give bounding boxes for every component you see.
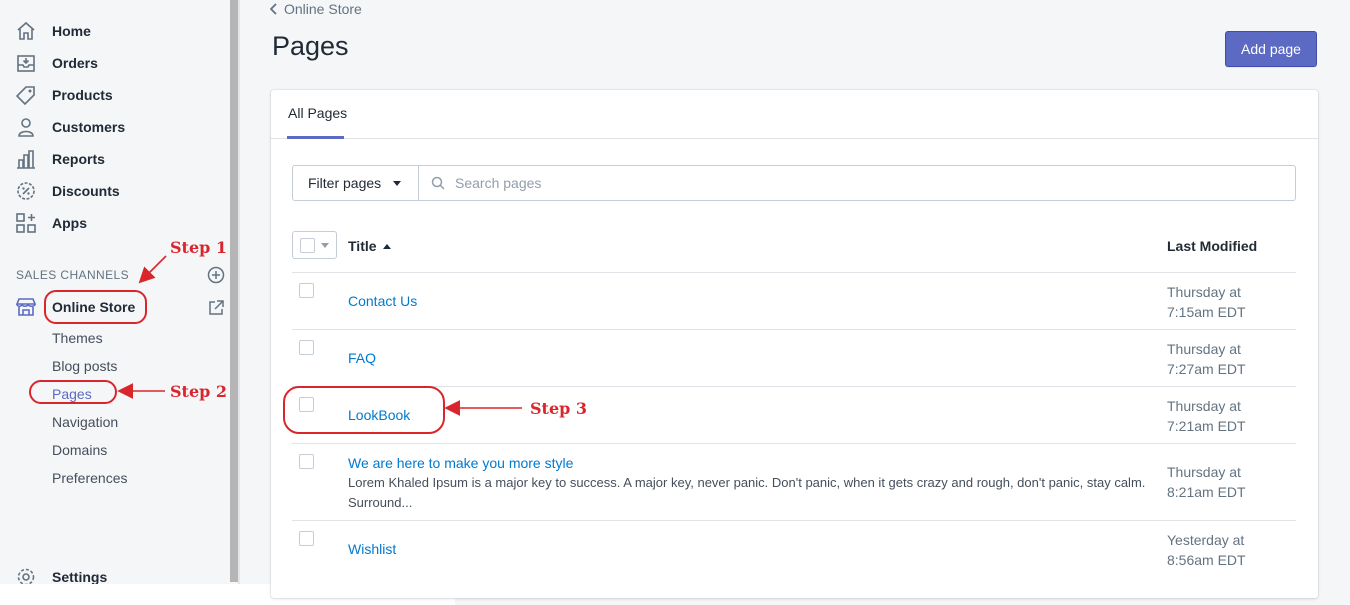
sidebar-item-discounts[interactable]: Discounts (0, 176, 230, 206)
modified-day: Yesterday at (1167, 532, 1245, 548)
sidebar-subitem-navigation[interactable]: Navigation (52, 414, 118, 430)
page-title-link[interactable]: We are here to make you more style (348, 455, 573, 471)
external-link-icon[interactable] (207, 299, 225, 317)
column-title-label: Title (348, 238, 377, 254)
sort-ascending-icon (382, 243, 391, 249)
page-title-link[interactable]: Wishlist (348, 541, 396, 557)
sidebar-item-products[interactable]: Products (0, 80, 230, 110)
last-modified: Thursday at 7:15am EDT (1167, 282, 1277, 322)
breadcrumb-label: Online Store (284, 1, 362, 17)
search-input[interactable] (455, 175, 1055, 191)
table-row[interactable]: Wishlist Yesterday at 8:56am EDT (292, 521, 1296, 578)
modified-day: Thursday at (1167, 398, 1241, 414)
tag-icon (15, 86, 35, 106)
chevron-left-icon (270, 3, 277, 15)
last-modified: Thursday at 7:27am EDT (1167, 339, 1277, 379)
step2-label: Step 2 (170, 382, 228, 401)
sidebar-item-label: Customers (52, 119, 126, 135)
sidebar-item-label: Apps (52, 215, 87, 231)
sidebar-subitem-blog-posts[interactable]: Blog posts (52, 358, 117, 374)
checkbox (300, 237, 315, 253)
page-excerpt: Lorem Khaled Ipsum is a major key to suc… (348, 475, 1146, 510)
sales-channels-heading: SALES CHANNELS (16, 268, 129, 282)
page-title: Pages (272, 31, 349, 61)
discount-icon (17, 182, 35, 200)
step1-highlight (44, 290, 147, 324)
row-checkbox[interactable] (299, 340, 314, 355)
filter-pages-button[interactable]: Filter pages (293, 166, 419, 200)
sidebar-item-label: Discounts (52, 183, 120, 199)
tab-bar: All Pages (271, 90, 1318, 139)
column-last-modified: Last Modified (1167, 238, 1258, 254)
sidebar-item-label: Settings (52, 569, 108, 585)
last-modified: Yesterday at 8:56am EDT (1167, 530, 1277, 570)
table-row[interactable]: We are here to make you more style Lorem… (292, 444, 1296, 521)
table-row[interactable]: Contact Us Thursday at 7:15am EDT (292, 273, 1296, 330)
column-title-sort[interactable]: Title (348, 238, 391, 254)
breadcrumb[interactable]: Online Store (270, 1, 362, 17)
tab-all-pages[interactable]: All Pages (288, 105, 347, 121)
sidebar-item-label: Orders (52, 55, 98, 71)
pages-card: All Pages Filter pages Title Last Modifi… (271, 90, 1318, 598)
sidebar-item-customers[interactable]: Customers (0, 112, 230, 142)
modified-time: 8:56am EDT (1167, 552, 1246, 568)
scrollbar-track (238, 0, 240, 605)
modified-day: Thursday at (1167, 284, 1241, 300)
modified-time: 7:27am EDT (1167, 361, 1246, 377)
filter-bar: Filter pages (292, 165, 1296, 201)
row-checkbox[interactable] (299, 454, 314, 469)
orders-icon (17, 55, 35, 72)
sidebar-item-label: Home (52, 23, 91, 39)
sidebar-item-orders[interactable]: Orders (0, 48, 230, 78)
sidebar-subitem-themes[interactable]: Themes (52, 330, 103, 346)
apps-icon (16, 213, 36, 233)
sidebar-subitem-preferences[interactable]: Preferences (52, 470, 127, 486)
add-page-button[interactable]: Add page (1225, 31, 1317, 67)
sidebar-item-apps[interactable]: Apps (0, 208, 230, 238)
last-modified: Thursday at 7:21am EDT (1167, 396, 1277, 436)
sidebar-scrollbar[interactable] (230, 0, 238, 582)
store-icon (15, 298, 37, 316)
sidebar-item-label: Reports (52, 151, 105, 167)
caret-down-icon (393, 180, 402, 186)
page-title-link[interactable]: FAQ (348, 350, 376, 366)
row-checkbox[interactable] (299, 283, 314, 298)
person-icon (18, 118, 34, 137)
page-title-link[interactable]: Contact Us (348, 293, 417, 309)
step1-label: Step 1 (170, 238, 228, 257)
search-icon (431, 176, 445, 190)
search-box (419, 166, 1295, 200)
modified-time: 7:21am EDT (1167, 418, 1246, 434)
step3-label: Step 3 (530, 399, 588, 418)
table-row[interactable]: FAQ Thursday at 7:27am EDT (292, 330, 1296, 387)
table-header: Title Last Modified (292, 228, 1296, 273)
step3-highlight (283, 386, 445, 434)
bar-chart-icon (17, 150, 35, 169)
last-modified: Thursday at 8:21am EDT (1167, 462, 1277, 502)
caret-down-icon (321, 242, 329, 248)
sidebar-item-home[interactable]: Home (0, 16, 230, 46)
sidebar-subitem-domains[interactable]: Domains (52, 442, 107, 458)
modified-time: 7:15am EDT (1167, 304, 1246, 320)
step2-highlight (29, 380, 117, 404)
sidebar-item-label: Products (52, 87, 113, 103)
row-checkbox[interactable] (299, 531, 314, 546)
tab-active-indicator (287, 136, 344, 139)
filter-pages-label: Filter pages (308, 175, 382, 191)
modified-day: Thursday at (1167, 464, 1241, 480)
modified-time: 8:21am EDT (1167, 484, 1246, 500)
home-icon (17, 21, 35, 40)
bulk-select-checkbox[interactable] (292, 231, 337, 259)
modified-day: Thursday at (1167, 341, 1241, 357)
add-circle-icon[interactable] (207, 266, 225, 284)
sidebar-item-reports[interactable]: Reports (0, 144, 230, 174)
